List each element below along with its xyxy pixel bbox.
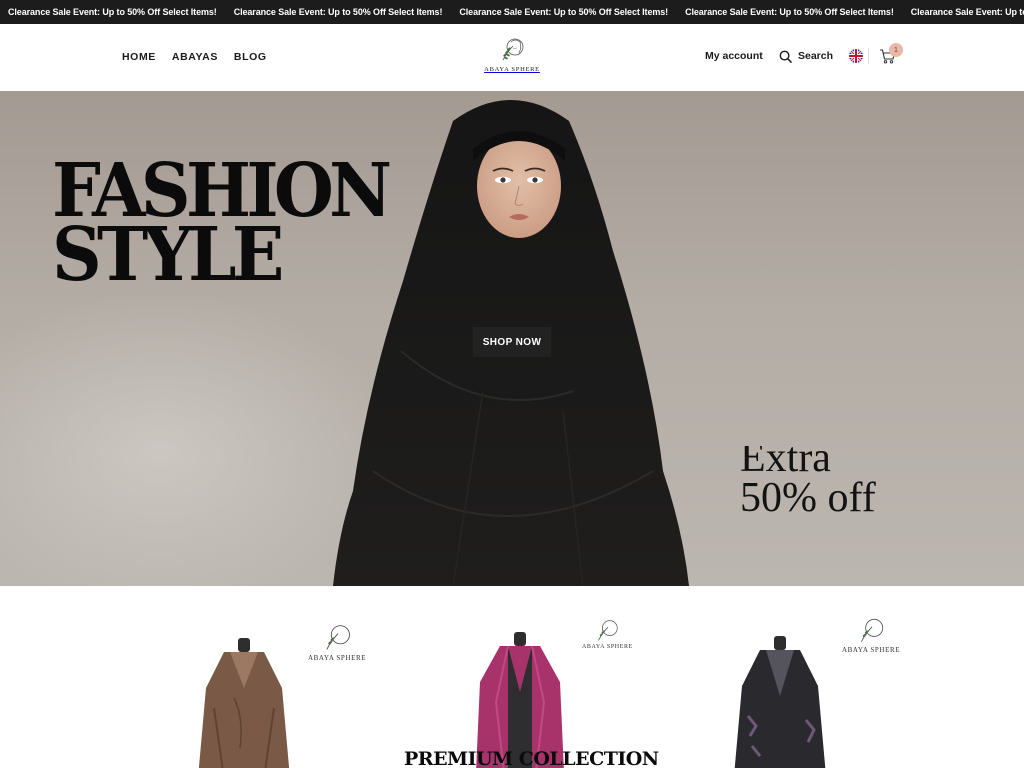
header-divider [868, 48, 869, 64]
search-icon [779, 50, 792, 63]
site-header: HOME ABAYAS BLOG ABAYA SPHERE My account… [0, 24, 1024, 91]
nav-item-blog[interactable]: BLOG [234, 51, 267, 63]
premium-collection-title: PREMIUM COLLECTION [404, 748, 659, 768]
announcement-item: Clearance Sale Event: Up to 50% Off Sele… [8, 7, 217, 17]
announcement-item: Clearance Sale Event: Up to 50% Off Sele… [459, 7, 669, 17]
brown-abaya-image [198, 638, 290, 768]
promo-line1: Extra [740, 446, 831, 478]
hero-banner: FASHION STYLE SHOP NOW Extra 50% off [0, 91, 1024, 586]
card-brand-text: ABAYA SPHERE [582, 644, 633, 650]
logo-emblem-icon [861, 618, 884, 642]
card-brand-logo: ABAYA SPHERE [582, 616, 633, 650]
product-card[interactable]: ABAYA SPHERE [180, 586, 420, 768]
shop-now-button[interactable]: SHOP NOW [473, 327, 551, 357]
site-logo[interactable]: ABAYA SPHERE [484, 34, 540, 80]
promo-line2: 50% off [740, 475, 876, 521]
announcement-bar: Clearance Sale Event: Up to 50% Off Sele… [0, 0, 1024, 24]
logo-emblem-icon [598, 620, 619, 641]
card-brand-logo: ABAYA SPHERE [842, 614, 900, 654]
main-nav: HOME ABAYAS BLOG [122, 51, 267, 63]
logo-text: ABAYA SPHERE [484, 66, 540, 73]
language-selector[interactable] [849, 44, 863, 68]
hero-promo: Extra 50% off [740, 446, 876, 521]
announcement-item: Clearance Sale Event: Up to 50% Off Sele… [685, 7, 894, 17]
nav-item-abayas[interactable]: ABAYAS [172, 51, 218, 63]
product-card[interactable]: ABAYA SPHERE [720, 586, 960, 768]
logo-emblem-icon [326, 625, 350, 650]
logo-emblem-icon [502, 38, 524, 61]
search-label: Search [798, 50, 834, 62]
black-abaya-image [734, 636, 826, 768]
my-account-link[interactable]: My account [705, 44, 763, 68]
uk-flag-icon [849, 49, 863, 63]
nav-item-home[interactable]: HOME [122, 51, 156, 63]
announcement-item: Clearance Sale Event: Up to 50% Off Sele… [910, 7, 1024, 17]
card-brand-logo: ABAYA SPHERE [308, 620, 366, 662]
announcement-track: Clearance Sale Event: Up to 50% Off Sele… [8, 0, 1024, 24]
product-card[interactable]: ABAYA SPHERE [458, 586, 698, 768]
search-button[interactable]: Search [779, 44, 833, 68]
card-brand-text: ABAYA SPHERE [842, 646, 901, 654]
card-brand-text: ABAYA SPHERE [308, 654, 367, 662]
product-collection: ABAYA SPHERE ABAYA SPHERE ABAYA SPHERE P… [0, 586, 1024, 768]
announcement-item: Clearance Sale Event: Up to 50% Off Sele… [233, 7, 443, 17]
cart-count-badge: 1 [889, 43, 903, 57]
